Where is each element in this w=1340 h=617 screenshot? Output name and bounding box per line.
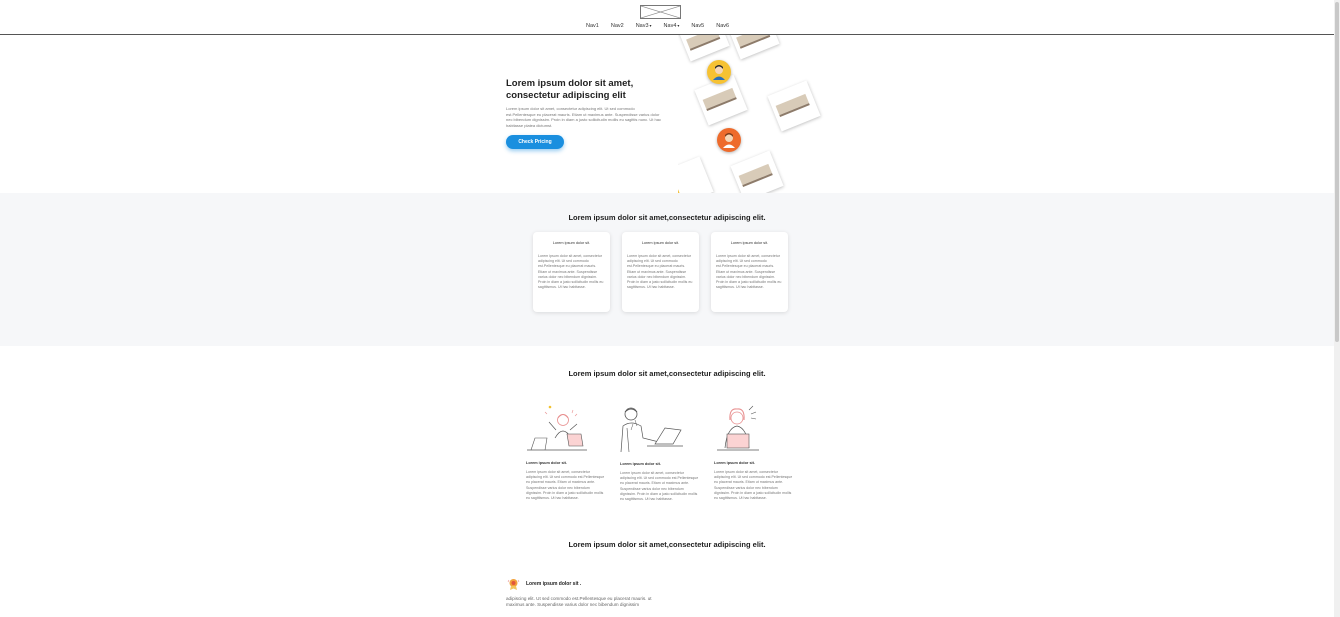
nav-item-2[interactable]: Nav2 <box>605 23 630 29</box>
hero-description: Lorem ipsum dolor sit amet, consectetur … <box>506 106 661 128</box>
check-pricing-button[interactable]: Check Pricing <box>506 135 564 149</box>
avatar-icon <box>707 60 731 84</box>
nav-item-3[interactable]: Nav3▾ <box>630 23 658 29</box>
nav-label: Nav3 <box>635 23 649 29</box>
profile-card-tile <box>678 35 730 62</box>
man-laptop-illustration-icon <box>619 404 685 456</box>
illustrated-item-body: Lorem ipsum dolor sit amet, consectetur … <box>620 471 699 502</box>
illustrated-item-title: Lorem ipsum dolor sit. <box>526 461 567 465</box>
illustrated-item-body: Lorem ipsum dolor sit amet, consectetur … <box>526 470 605 501</box>
chevron-down-icon: ▾ <box>649 23 652 28</box>
nav-item-6[interactable]: Nav6 <box>710 23 735 29</box>
nav-label: Nav2 <box>610 23 624 29</box>
feature-card: Lorem ipsum dolor sit. Lorem ipsum dolor… <box>622 232 699 312</box>
award-icon <box>507 578 520 591</box>
section4-heading: Lorem ipsum dolor sit amet,consectetur a… <box>568 540 766 549</box>
woman-laptop-illustration-icon <box>713 404 779 456</box>
feature-card-title: Lorem ipsum dolor sit. <box>730 241 769 245</box>
nav-item-5[interactable]: Nav5 <box>685 23 710 29</box>
main-nav: Nav1 Nav2 Nav3▾ Nav4▾ Nav5 Nav6 <box>580 23 735 29</box>
feature-card-title: Lorem ipsum dolor sit. <box>552 241 591 245</box>
logo-placeholder-icon[interactable] <box>640 5 681 19</box>
nav-item-1[interactable]: Nav1 <box>580 23 605 29</box>
feature-card-body: Lorem ipsum dolor sit amet, consectetur … <box>538 254 604 290</box>
feature-card: Lorem ipsum dolor sit. Lorem ipsum dolor… <box>711 232 788 312</box>
page: Nav1 Nav2 Nav3▾ Nav4▾ Nav5 Nav6 Lorem ip… <box>0 0 1340 617</box>
hero-collage-illustration <box>678 35 828 193</box>
chevron-down-icon: ▾ <box>677 23 680 28</box>
feature-card-body: Lorem ipsum dolor sit amet, consectetur … <box>627 254 693 290</box>
section4-item-title: Lorem ipsum dolor sit . <box>526 581 582 587</box>
illustrated-heading: Lorem ipsum dolor sit amet,consectetur a… <box>568 369 766 378</box>
profile-card-tile <box>730 150 784 193</box>
section4-item-body: adipiscing elit. Ut sed commodo est.Pell… <box>506 596 652 607</box>
illustrated-item-body: Lorem ipsum dolor sit amet, consectetur … <box>714 470 793 501</box>
nav-label: Nav1 <box>586 23 599 29</box>
nav-label: Nav6 <box>716 23 730 29</box>
scrollbar-thumb[interactable] <box>1335 2 1339 342</box>
feature-card-body: Lorem ipsum dolor sit amet, consectetur … <box>716 254 782 290</box>
profile-card-tile <box>767 80 821 132</box>
nav-item-4[interactable]: Nav4▾ <box>658 23 686 29</box>
woman-celebrating-illustration-icon <box>525 404 591 456</box>
profile-card-tile <box>678 156 714 193</box>
illustrated-item-title: Lorem ipsum dolor sit. <box>714 461 755 465</box>
feature-card-title: Lorem ipsum dolor sit. <box>641 241 680 245</box>
feature-card: Lorem ipsum dolor sit. Lorem ipsum dolor… <box>533 232 610 312</box>
profile-card-tile <box>726 35 780 60</box>
avatar-icon <box>717 128 741 152</box>
site-header: Nav1 Nav2 Nav3▾ Nav4▾ Nav5 Nav6 <box>0 0 1334 35</box>
vertical-scrollbar[interactable] <box>1334 0 1340 617</box>
illustrated-item-title: Lorem ipsum dolor sit. <box>620 462 661 466</box>
features-heading: Lorem ipsum dolor sit amet,consectetur a… <box>568 213 766 222</box>
nav-label: Nav4 <box>663 23 677 29</box>
nav-label: Nav5 <box>691 23 705 29</box>
hero-title: Lorem ipsum dolor sit amet, consectetur … <box>506 78 634 101</box>
